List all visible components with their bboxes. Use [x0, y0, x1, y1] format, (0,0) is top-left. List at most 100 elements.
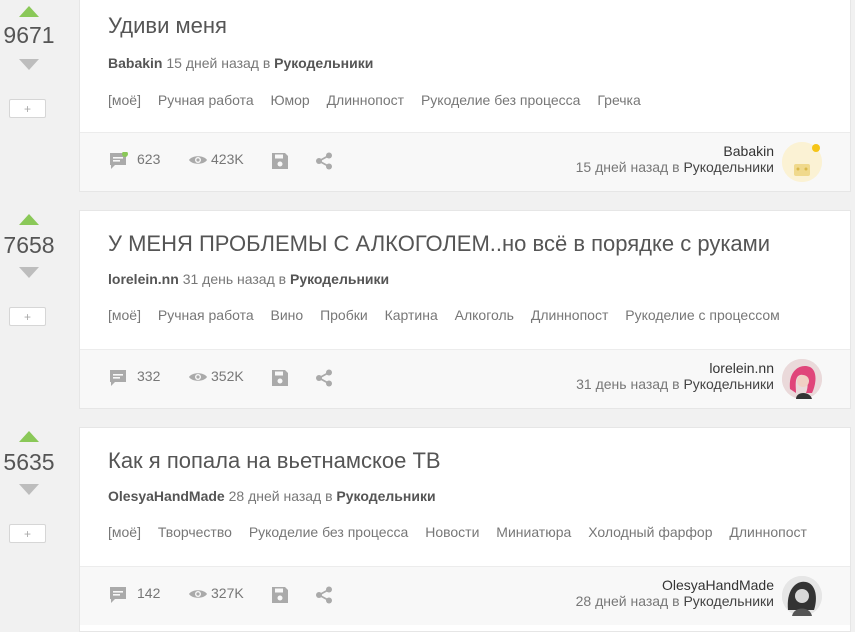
author-community-link[interactable]: Рукодельники: [683, 376, 774, 392]
tag-list: [моё] Ручная работа Вино Пробки Картина …: [108, 307, 793, 323]
views-count: 327K: [211, 585, 244, 601]
author-meta: 28 дней назад в Рукодельники: [576, 593, 774, 609]
post-author-info: OlesyaHandMade 28 дней назад в Рукодельн…: [576, 577, 774, 609]
post-footer: 142 327K OlesyaHandMade 28 дней назад в: [80, 566, 850, 625]
post-author-link[interactable]: Babakin: [108, 55, 162, 71]
tag-list: [моё] Ручная работа Юмор Длиннопост Руко…: [108, 92, 654, 108]
tag[interactable]: Гречка: [597, 92, 640, 108]
post-card: Удиви меня Babakin 15 дней назад в Рукод…: [79, 0, 851, 192]
tag[interactable]: Алкоголь: [455, 307, 514, 323]
save-post-button[interactable]: +: [9, 307, 46, 326]
post: 5635 + Как я попала на вьетнамское ТВ Ol…: [0, 425, 855, 632]
post-author-link[interactable]: OlesyaHandMade: [108, 488, 225, 504]
community-link[interactable]: Рукодельники: [290, 271, 389, 287]
post-title[interactable]: Удиви меня: [108, 13, 227, 39]
post-footer: 332 352K lorelein.nn 31 день назад в Рук…: [80, 349, 850, 408]
tag[interactable]: Рукоделие с процессом: [625, 307, 780, 323]
tag[interactable]: Картина: [385, 307, 438, 323]
tag[interactable]: Творчество: [158, 524, 232, 540]
post-card: Как я попала на вьетнамское ТВ OlesyaHan…: [79, 427, 851, 632]
share-icon[interactable]: [315, 586, 333, 604]
author-time: 28 дней назад: [575, 593, 669, 609]
tag[interactable]: Пробки: [320, 307, 368, 323]
author-name[interactable]: Babakin: [576, 143, 774, 159]
tag[interactable]: [моё]: [108, 307, 141, 323]
post-feed: 9671 + Удиви меня Babakin 15 дней назад …: [0, 0, 855, 632]
comments-count[interactable]: 142: [137, 585, 160, 601]
tag[interactable]: [моё]: [108, 524, 141, 540]
comments-icon[interactable]: [108, 369, 128, 387]
upvote-icon[interactable]: [19, 6, 39, 17]
post-body: Удиви меня Babakin 15 дней назад в Рукод…: [80, 0, 850, 128]
downvote-icon[interactable]: [19, 267, 39, 278]
author-name[interactable]: OlesyaHandMade: [576, 577, 774, 593]
share-icon[interactable]: [315, 369, 333, 387]
comments-icon[interactable]: [108, 586, 128, 604]
author-in-label: в: [672, 593, 680, 609]
author-meta: 31 день назад в Рукодельники: [576, 376, 774, 392]
post-in-label: в: [278, 271, 287, 287]
post-title[interactable]: Как я попала на вьетнамское ТВ: [108, 448, 441, 474]
tag[interactable]: Ручная работа: [158, 92, 254, 108]
tag[interactable]: Длиннопост: [729, 524, 807, 540]
tag[interactable]: Холодный фарфор: [588, 524, 712, 540]
post-time: 31 день назад: [182, 271, 275, 287]
post-title[interactable]: У МЕНЯ ПРОБЛЕМЫ С АЛКОГОЛЕМ..но всё в по…: [108, 231, 770, 257]
community-link[interactable]: Рукодельники: [336, 488, 435, 504]
post-card: У МЕНЯ ПРОБЛЕМЫ С АЛКОГОЛЕМ..но всё в по…: [79, 210, 851, 409]
post-author-info: Babakin 15 дней назад в Рукодельники: [576, 143, 774, 175]
author-community-link[interactable]: Рукодельники: [683, 593, 774, 609]
author-meta: 15 дней назад в Рукодельники: [576, 159, 774, 175]
author-time: 15 дней назад: [575, 159, 669, 175]
post: 9671 + Удиви меня Babakin 15 дней назад …: [0, 0, 855, 200]
comments-count[interactable]: 623: [137, 151, 160, 167]
save-icon[interactable]: [271, 369, 289, 387]
comments-icon[interactable]: [108, 152, 128, 170]
tag[interactable]: Длиннопост: [531, 307, 609, 323]
post-score: 7658: [3, 232, 55, 258]
upvote-icon[interactable]: [19, 214, 39, 225]
tag[interactable]: Миниатюра: [496, 524, 571, 540]
author-in-label: в: [672, 376, 680, 392]
post-time: 28 дней назад: [228, 488, 322, 504]
tag[interactable]: Рукоделие без процесса: [421, 92, 581, 108]
post-score: 5635: [3, 449, 55, 475]
tag[interactable]: Длиннопост: [327, 92, 405, 108]
tag[interactable]: Ручная работа: [158, 307, 254, 323]
post-author-link[interactable]: lorelein.nn: [108, 271, 179, 287]
downvote-icon[interactable]: [19, 484, 39, 495]
post-body: Как я попала на вьетнамское ТВ OlesyaHan…: [80, 428, 850, 565]
tag[interactable]: Вино: [271, 307, 304, 323]
save-post-button[interactable]: +: [9, 524, 46, 543]
post: 7658 + У МЕНЯ ПРОБЛЕМЫ С АЛКОГОЛЕМ..но в…: [0, 208, 855, 409]
post-meta: Babakin 15 дней назад в Рукодельники: [108, 55, 373, 71]
post-footer: 623 423K Babakin 15 дней назад в Рукодел…: [80, 132, 850, 191]
tag[interactable]: Новости: [425, 524, 479, 540]
tag[interactable]: Рукоделие без процесса: [249, 524, 409, 540]
tag[interactable]: Юмор: [271, 92, 310, 108]
save-post-button[interactable]: +: [9, 99, 46, 118]
post-body: У МЕНЯ ПРОБЛЕМЫ С АЛКОГОЛЕМ..но всё в по…: [80, 211, 850, 348]
author-community-link[interactable]: Рукодельники: [683, 159, 774, 175]
bw-avatar-icon[interactable]: [782, 576, 822, 616]
views-icon: [188, 588, 208, 600]
comments-count[interactable]: 332: [137, 368, 160, 384]
post-score: 9671: [3, 22, 55, 48]
pink-hair-avatar-icon[interactable]: [782, 359, 822, 399]
upvote-icon[interactable]: [19, 431, 39, 442]
post-meta: lorelein.nn 31 день назад в Рукодельники: [108, 271, 389, 287]
views-icon: [188, 371, 208, 383]
views-count: 352K: [211, 368, 244, 384]
author-name[interactable]: lorelein.nn: [576, 360, 774, 376]
tag[interactable]: [моё]: [108, 92, 141, 108]
downvote-icon[interactable]: [19, 59, 39, 70]
post-meta: OlesyaHandMade 28 дней назад в Рукодельн…: [108, 488, 436, 504]
community-link[interactable]: Рукодельники: [274, 55, 373, 71]
tag-list: [моё] Творчество Рукоделие без процесса …: [108, 524, 820, 540]
views-count: 423K: [211, 151, 244, 167]
yellow-avatar-icon[interactable]: [782, 142, 822, 182]
save-icon[interactable]: [271, 586, 289, 604]
author-time: 31 день назад: [576, 376, 669, 392]
save-icon[interactable]: [271, 152, 289, 170]
share-icon[interactable]: [315, 152, 333, 170]
